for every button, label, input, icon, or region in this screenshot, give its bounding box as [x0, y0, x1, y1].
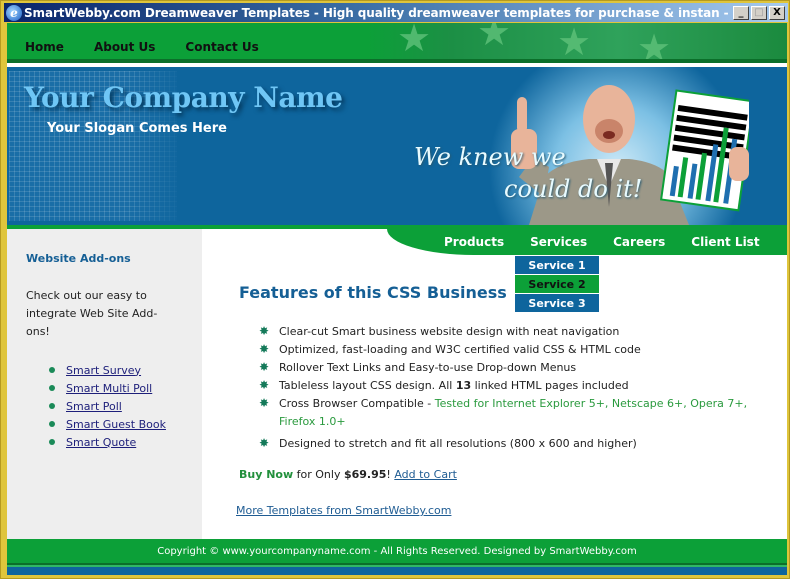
page-count: 13 [455, 379, 472, 392]
nav-contact-us[interactable]: Contact Us [185, 40, 258, 54]
features-list: ✸ Clear-cut Smart business website desig… [259, 323, 759, 453]
top-navigation: ★ ★ ★ ★ Home About Us Contact Us [7, 23, 787, 63]
window-controls: _ □ X [733, 5, 785, 20]
nav-careers[interactable]: Careers [613, 235, 665, 249]
company-name: Your Company Name [24, 81, 343, 114]
close-button[interactable]: X [769, 5, 785, 20]
browser-window: e SmartWebby.com Dreamweaver Templates -… [0, 0, 790, 579]
bullet-icon [49, 439, 55, 445]
list-item: ✸ Cross Browser Compatible - Tested for … [259, 395, 759, 431]
list-item: Smart Poll [49, 397, 166, 415]
star-icon: ★ [397, 23, 432, 60]
feature-text: Rollover Text Links and Easy-to-use Drop… [279, 361, 577, 374]
nav-home[interactable]: Home [25, 40, 64, 54]
buy-line: Buy Now for Only $69.95! Add to Cart [239, 468, 457, 481]
star-icon: ★ [637, 26, 672, 63]
tagline-line-1: We knew we [414, 143, 566, 171]
tagline-line-2: could do it! [504, 175, 643, 203]
list-item: ✸ Tableless layout CSS design. All 13 li… [259, 377, 759, 395]
list-item: ✸ Rollover Text Links and Easy-to-use Dr… [259, 359, 759, 377]
buy-text: for Only [293, 468, 344, 481]
star-bullet-icon: ✸ [259, 360, 270, 374]
star-bullet-icon: ✸ [259, 378, 270, 392]
feature-text: Designed to stretch and fit all resoluti… [279, 437, 637, 450]
copyright-text: Copyright © www.yourcompanyname.com - Al… [157, 545, 637, 557]
nav-about-us[interactable]: About Us [94, 40, 155, 54]
list-item: Smart Multi Poll [49, 379, 166, 397]
bullet-icon [49, 421, 55, 427]
sidebar: Website Add-ons Check out our easy to in… [7, 229, 202, 539]
star-icon: ★ [557, 23, 592, 63]
nav-products[interactable]: Products [444, 235, 504, 249]
dropdown-service-2[interactable]: Service 2 [515, 275, 599, 293]
feature-text-part: Tableless layout CSS design. All [279, 379, 456, 392]
link-smart-survey[interactable]: Smart Survey [66, 364, 141, 377]
feature-text: Cross Browser Compatible - Tested for In… [279, 395, 759, 431]
maximize-button[interactable]: □ [751, 5, 767, 20]
stars-background: ★ ★ ★ ★ [367, 23, 787, 63]
link-smart-multi-poll[interactable]: Smart Multi Poll [66, 382, 152, 395]
minimize-button[interactable]: _ [733, 5, 749, 20]
star-bullet-icon: ✸ [259, 436, 270, 450]
star-icon: ★ [477, 23, 512, 54]
ie-icon: e [6, 4, 22, 21]
list-item: Smart Survey [49, 361, 166, 379]
dropdown-service-1[interactable]: Service 1 [515, 256, 599, 274]
company-slogan: Your Slogan Comes Here [47, 121, 227, 136]
price: $69.95 [343, 468, 387, 481]
sidebar-links: Smart Survey Smart Multi Poll Smart Poll… [49, 361, 166, 451]
feature-text-part: Cross Browser Compatible - [279, 397, 435, 410]
link-smart-quote[interactable]: Smart Quote [66, 436, 136, 449]
link-smart-guest-book[interactable]: Smart Guest Book [66, 418, 166, 431]
sidebar-title: Website Add-ons [26, 252, 131, 265]
list-item: ✸ Clear-cut Smart business website desig… [259, 323, 759, 341]
bullet-icon [49, 367, 55, 373]
nav-services[interactable]: Services [530, 235, 587, 249]
star-bullet-icon: ✸ [259, 342, 270, 356]
more-templates-container: More Templates from SmartWebby.com [236, 504, 451, 517]
footer: Copyright © www.yourcompanyname.com - Al… [7, 539, 787, 563]
feature-text: Tableless layout CSS design. All 13 link… [279, 377, 629, 395]
header-banner: Your Company Name Your Slogan Comes Here [7, 67, 787, 225]
star-bullet-icon: ✸ [259, 396, 270, 410]
window-title: SmartWebby.com Dreamweaver Templates - H… [24, 5, 733, 20]
feature-text: Clear-cut Smart business website design … [279, 325, 620, 338]
add-to-cart-link[interactable]: Add to Cart [394, 468, 457, 481]
dropdown-service-3[interactable]: Service 3 [515, 294, 599, 312]
buy-now-label: Buy Now [239, 468, 294, 481]
list-item: Smart Guest Book [49, 415, 166, 433]
bullet-icon [49, 385, 55, 391]
title-bar: e SmartWebby.com Dreamweaver Templates -… [4, 3, 788, 22]
list-item: Smart Quote [49, 433, 166, 451]
bullet-icon [49, 403, 55, 409]
list-item: ✸ Optimized, fast-loading and W3C certif… [259, 341, 759, 359]
feature-text: Optimized, fast-loading and W3C certifie… [279, 343, 641, 356]
page-title: Features of this CSS Business Template [239, 283, 509, 302]
nav-client-list[interactable]: Client List [691, 235, 759, 249]
star-bullet-icon: ✸ [259, 324, 270, 338]
more-templates-link[interactable]: More Templates from SmartWebby.com [236, 504, 451, 517]
page-viewport: ★ ★ ★ ★ Home About Us Contact Us Your Co… [7, 23, 787, 575]
footer-bottom-bar [7, 567, 787, 575]
list-item: ✸ Designed to stretch and fit all resolu… [259, 435, 759, 453]
secondary-navigation: Products Services Careers Client List [387, 229, 787, 255]
feature-text-part: linked HTML pages included [471, 379, 629, 392]
sidebar-text: Check out our easy to integrate Web Site… [26, 289, 158, 338]
services-dropdown: Service 1 Service 2 Service 3 [515, 256, 599, 313]
link-smart-poll[interactable]: Smart Poll [66, 400, 122, 413]
